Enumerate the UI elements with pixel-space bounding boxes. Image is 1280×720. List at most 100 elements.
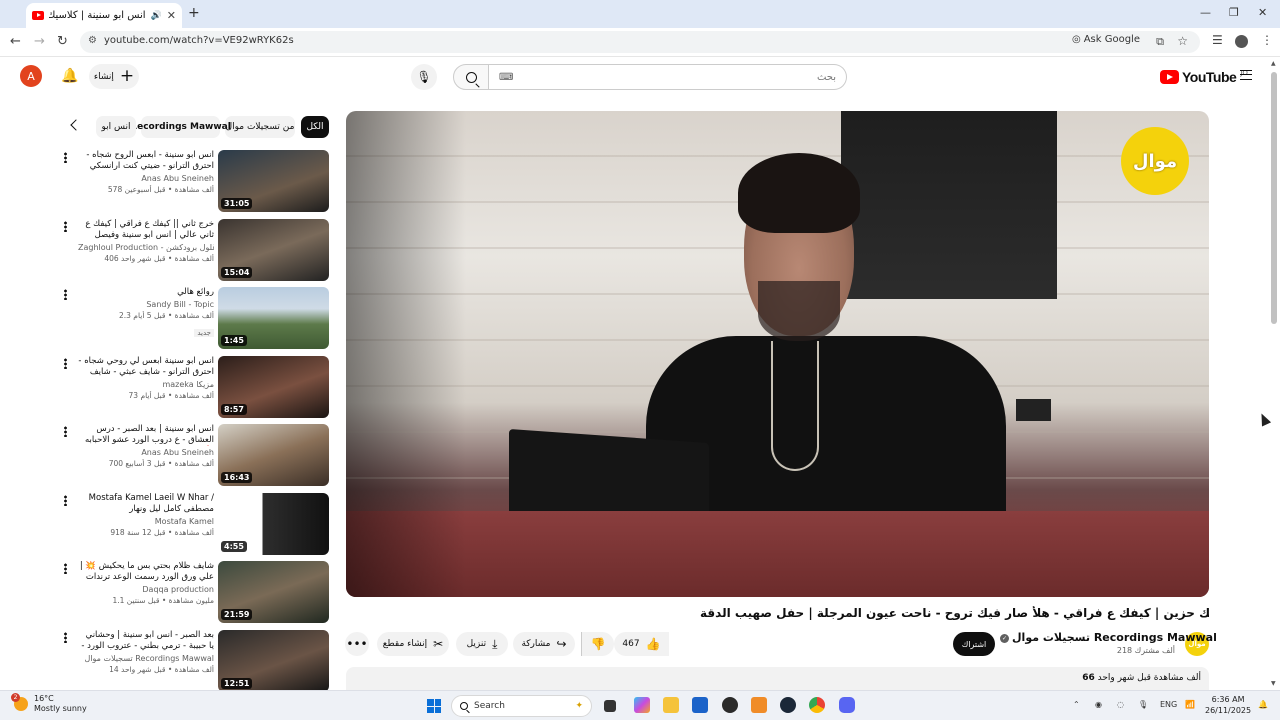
tray-network-icon[interactable]: 📶 <box>1185 700 1195 709</box>
chip-all[interactable]: الكل <box>301 116 329 138</box>
tray-app2-icon[interactable]: ◌ <box>1117 700 1124 709</box>
back-icon[interactable]: ← <box>10 34 21 49</box>
recommendation-title[interactable]: انس ابو سنينة - ابعس الروح شجاه - احترق … <box>78 150 214 172</box>
more-actions-button[interactable]: ••• <box>345 632 369 656</box>
description-box[interactable]: 66 ألف مشاهدة قبل شهر واحد <box>346 667 1209 691</box>
forward-icon[interactable]: → <box>34 34 45 49</box>
tray-app-icon[interactable]: ◉ <box>1095 700 1102 709</box>
recommendation-channel[interactable]: Anas Abu Sneineh <box>78 174 214 183</box>
tray-lang[interactable]: ENG <box>1160 700 1177 709</box>
more-options-icon[interactable] <box>64 357 67 369</box>
bookmark-star-icon[interactable]: ☆ <box>1177 34 1188 48</box>
youtube-logo[interactable]: YouTube JO <box>1160 69 1248 85</box>
channel-name-link[interactable]: ✓ تسجيلات موال Recordings Mawwal <box>1000 631 1217 644</box>
video-thumbnail[interactable]: 8:57 <box>218 355 329 418</box>
recommendation-item[interactable]: 16:43 انس ابو سنينة | بعد الصبر - درس الع… <box>60 424 330 488</box>
video-player[interactable]: موال <box>346 111 1209 597</box>
store-icon[interactable] <box>692 697 708 713</box>
like-button[interactable]: 467 👍 <box>614 632 669 656</box>
install-icon[interactable]: ⧉ <box>1156 35 1164 49</box>
new-tab-icon[interactable]: + <box>188 5 200 21</box>
download-button[interactable]: تنزيل ⤓ <box>456 632 508 656</box>
taskbar-clock[interactable]: 6:36 AM 26/11/2025 <box>1205 694 1251 716</box>
subscribe-button[interactable]: اشتراك <box>953 632 995 656</box>
recommendation-item[interactable]: 31:05 انس ابو سنينة - ابعس الروح شجاه - ا… <box>60 150 330 214</box>
chip-from-mawwal[interactable]: من تسجيلات موال <box>225 116 295 138</box>
video-thumbnail[interactable]: 1:45 <box>218 287 329 349</box>
chip-recordings-mawwal[interactable]: Recordings Mawwal <box>130 116 231 138</box>
scrollbar-thumb[interactable] <box>1271 72 1277 324</box>
video-thumbnail[interactable]: 16:43 <box>218 424 329 486</box>
voice-search-button[interactable]: 🎙 <box>411 64 437 90</box>
copilot-icon[interactable] <box>634 697 650 713</box>
recommendation-channel[interactable]: تسجيلات موال Recordings Mawwal <box>78 654 214 663</box>
steam-icon[interactable] <box>780 697 796 713</box>
recommendation-channel[interactable]: Anas Abu Sneineh <box>78 448 214 457</box>
matlab-icon[interactable] <box>751 697 767 713</box>
video-thumbnail[interactable]: 15:04 <box>218 218 329 281</box>
video-thumbnail[interactable]: 12:51 <box>218 629 329 692</box>
recommendation-channel[interactable]: Mostafa Kamel <box>78 517 214 526</box>
more-options-icon[interactable] <box>64 289 67 300</box>
file-explorer-icon[interactable] <box>663 697 679 713</box>
tray-chevron-icon[interactable]: ⌃ <box>1073 700 1080 709</box>
tray-mic-icon[interactable]: 🎙 <box>1138 700 1148 709</box>
maximize-icon[interactable]: ❐ <box>1229 6 1239 19</box>
video-thumbnail[interactable]: 4:55 <box>218 492 329 555</box>
tray-notifications-icon[interactable]: 🔔 <box>1258 700 1268 709</box>
more-options-icon[interactable] <box>64 426 67 437</box>
profile-icon[interactable] <box>1235 35 1248 48</box>
more-options-icon[interactable] <box>64 220 67 232</box>
browser-menu-icon[interactable]: ⋮ <box>1261 33 1273 47</box>
discord-icon[interactable] <box>839 697 855 713</box>
recommendation-item[interactable]: 4:55 Mostafa Kamel Laeil W Nhar / مصطفى ك… <box>60 492 330 557</box>
more-options-icon[interactable] <box>64 631 67 643</box>
browser-tab[interactable]: انس ابو سنينة | كلاسيك حزين 🔊 ✕ <box>26 3 182 28</box>
recommendation-title[interactable]: Mostafa Kamel Laeil W Nhar / مصطفى كامل … <box>78 493 214 515</box>
recommendation-item[interactable]: 21:59 شايف ظلام بحتي بس ما يحكيش 💥 | علي … <box>60 561 330 625</box>
reading-list-icon[interactable]: ☰ <box>1212 33 1223 47</box>
notifications-bell-icon[interactable]: 🔔 <box>61 68 78 84</box>
dislike-button[interactable]: 👎 <box>581 632 614 656</box>
account-avatar[interactable]: A <box>20 65 42 87</box>
video-thumbnail[interactable]: 31:05 <box>218 150 329 212</box>
search-button[interactable] <box>453 64 489 90</box>
recommendation-channel[interactable]: Sandy Bill - Topic <box>78 300 214 309</box>
scroll-up-icon[interactable]: ▲ <box>1271 60 1276 67</box>
chips-scroll-left-icon[interactable] <box>70 119 82 131</box>
taskbar-search[interactable]: Search ✦ <box>451 695 592 717</box>
clip-button[interactable]: إنشاء مقطع ✂ <box>377 632 449 656</box>
ask-google-button[interactable]: ◎ Ask Google <box>1072 34 1140 45</box>
weather-widget[interactable]: 2 16°C Mostly sunny <box>11 693 87 714</box>
recommendation-channel[interactable]: Zaghloul Production - زغلول برودكشن <box>78 243 214 252</box>
recommendation-item[interactable]: 1:45 روائع هالي Sandy Bill - Topic 2.3 ألف … <box>60 287 330 351</box>
keyboard-icon[interactable]: ⌨ <box>499 72 513 83</box>
recommendation-title[interactable]: خرج ثاني || كيفك ع فراقي | كيفك ع ثاني ع… <box>78 219 214 241</box>
more-options-icon[interactable] <box>64 563 67 574</box>
guide-menu-icon[interactable] <box>1240 70 1252 80</box>
recommendation-title[interactable]: روائع هالي <box>78 287 214 298</box>
address-bar[interactable]: ⚙ youtube.com/watch?v=VE92wRYK62s ◎ Ask G… <box>80 31 1200 53</box>
windows-start-icon[interactable] <box>427 699 441 713</box>
recommendation-channel[interactable]: Daqqa production <box>78 585 214 594</box>
page-scrollbar[interactable]: ▲ ▼ <box>1270 60 1278 690</box>
chrome-icon[interactable] <box>809 697 825 713</box>
share-button[interactable]: مشاركة ↪ <box>513 632 575 656</box>
window-close-icon[interactable]: ✕ <box>1258 6 1267 19</box>
recommendation-item[interactable]: 15:04 خرج ثاني || كيفك ع فراقي | كيفك ع ث… <box>60 218 330 283</box>
recommendation-title[interactable]: انس ابو سنينة | بعد الصبر - درس العشاق -… <box>78 424 214 446</box>
recommendation-title[interactable]: بعد الصبر - انس ابو سنينة | وحشاني يا حب… <box>78 630 214 652</box>
tab-audio-icon[interactable]: 🔊 <box>151 11 162 21</box>
search-input[interactable]: ⌨ بحث <box>489 64 847 90</box>
recommendation-title[interactable]: انس ابو سنينة ابعس لي روحي شجاه - احترق … <box>78 356 214 378</box>
more-options-icon[interactable] <box>64 152 67 163</box>
more-options-icon[interactable] <box>64 494 67 506</box>
create-button[interactable]: إنشاء + <box>89 64 139 89</box>
scroll-down-icon[interactable]: ▼ <box>1271 680 1276 687</box>
task-view-icon[interactable] <box>604 700 616 712</box>
github-desktop-icon[interactable] <box>722 697 738 713</box>
video-thumbnail[interactable]: 21:59 <box>218 561 329 623</box>
minimize-icon[interactable]: — <box>1200 6 1211 19</box>
recommendation-item[interactable]: 12:51 بعد الصبر - انس ابو سنينة | وحشاني … <box>60 629 330 694</box>
chip-anas[interactable]: انس ابو <box>96 116 136 138</box>
